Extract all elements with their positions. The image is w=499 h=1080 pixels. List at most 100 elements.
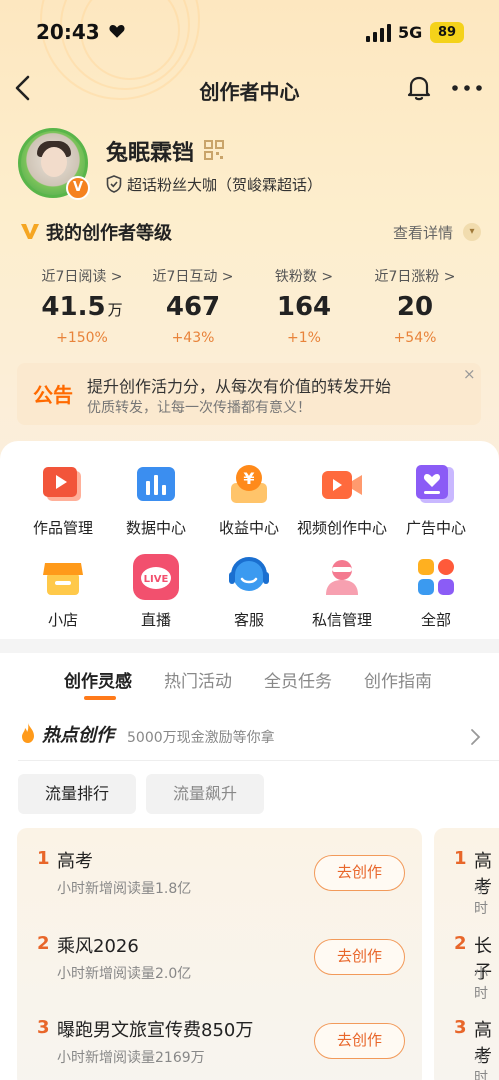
stat-value: 20 — [396, 292, 434, 322]
go-create-button[interactable]: 去创作 — [314, 855, 405, 891]
tool-data-center[interactable]: 数据中心 — [106, 461, 206, 538]
svg-text:LIVE: LIVE — [144, 574, 169, 585]
hot-topic-reads: 小时新增阅读量2169万 — [57, 1050, 205, 1066]
stat-label: 近7日互动 > — [152, 269, 234, 285]
stat-interactions[interactable]: 近7日互动 > 467 +43% — [133, 266, 253, 346]
hot-topic-reads: 小时 — [474, 881, 488, 917]
stat-label: 近7日阅读 > — [41, 269, 123, 285]
network-type: 5G — [398, 23, 423, 42]
stat-unit: 万 — [107, 301, 123, 319]
battery-indicator: 89 — [430, 22, 464, 43]
tools-grid: 作品管理 数据中心 ¥ 收益中心 视频创作中心 广告中心 小店 LIVE 直播 … — [0, 441, 499, 639]
stat-reads[interactable]: 近7日阅读 > 41.5 万 +150% — [22, 266, 142, 346]
tab-all-tasks[interactable]: 全员任务 — [264, 667, 332, 692]
hot-topic-title[interactable]: 曝跑男文旅宣传费850万 — [57, 1016, 253, 1042]
stat-value: 41.5 万 — [41, 292, 123, 322]
tab-creation-guide[interactable]: 创作指南 — [364, 667, 432, 692]
announcement-banner[interactable]: 公告 提升创作活力分，从每次有价值的转发开始 优质转发，让每一次传播都有意义！ … — [17, 363, 481, 425]
service-icon — [225, 553, 273, 601]
heart-icon — [109, 25, 125, 38]
chevron-right-icon[interactable] — [469, 728, 481, 746]
data-icon — [132, 461, 180, 509]
tool-works-management[interactable]: 作品管理 — [13, 461, 113, 538]
hot-topic-title[interactable]: 高考 — [57, 847, 93, 873]
tool-label: 直播 — [140, 611, 171, 629]
tool-label: 小店 — [47, 611, 78, 629]
ad-icon — [412, 461, 460, 509]
more-icon[interactable] — [450, 78, 484, 98]
tool-customer-service[interactable]: 客服 — [199, 553, 299, 630]
close-icon[interactable]: × — [463, 365, 476, 383]
tool-label: 私信管理 — [311, 611, 372, 629]
rank-number: 1 — [37, 848, 50, 869]
tool-label: 全部 — [420, 611, 451, 629]
rank-number: 3 — [37, 1017, 50, 1038]
svg-text:¥: ¥ — [243, 469, 254, 488]
announcement-tag: 公告 — [33, 383, 73, 407]
stat-value: 467 — [165, 292, 221, 322]
all-icon — [412, 553, 460, 601]
qr-code-icon[interactable] — [204, 140, 224, 160]
fan-title[interactable]: 超话粉丝大咖（贺峻霖超话） — [127, 174, 322, 195]
view-details-link[interactable]: 查看详情 — [393, 222, 453, 243]
go-create-button[interactable]: 去创作 — [314, 939, 405, 975]
video-icon — [318, 461, 366, 509]
rank-number: 3 — [454, 1017, 467, 1038]
stat-change: +43% — [171, 330, 215, 346]
live-icon: LIVE — [132, 553, 180, 601]
message-icon — [318, 553, 366, 601]
tab-hot-events[interactable]: 热门活动 — [164, 667, 232, 692]
stat-label: 近7日涨粉 > — [374, 269, 456, 285]
active-tab-indicator — [84, 696, 116, 700]
chip-traffic-ranking[interactable]: 流量排行 — [18, 774, 136, 814]
tool-label: 作品管理 — [32, 519, 93, 537]
verified-badge: V — [66, 176, 90, 200]
level-v-icon — [21, 224, 39, 239]
tool-shop[interactable]: 小店 — [13, 553, 113, 630]
stat-change: +150% — [56, 330, 108, 346]
shop-icon — [39, 553, 87, 601]
bell-icon[interactable] — [404, 72, 434, 102]
stat-change: +1% — [287, 330, 321, 346]
tool-label: 收益中心 — [218, 519, 279, 537]
tool-all[interactable]: 全部 — [386, 553, 486, 630]
tool-income-center[interactable]: ¥ 收益中心 — [199, 461, 299, 538]
hot-topic-reads: 小时 — [474, 1050, 488, 1080]
tool-label: 数据中心 — [125, 519, 186, 537]
status-bar: 20:43 5G 89 — [0, 0, 499, 64]
avatar-face — [41, 147, 67, 177]
announcement-text: 提升创作活力分，从每次有价值的转发开始 — [87, 377, 392, 396]
hot-topic-reads: 小时新增阅读量1.8亿 — [57, 881, 192, 897]
hot-creation-subtitle: 5000万现金激励等你拿 — [127, 730, 275, 746]
tool-message-management[interactable]: 私信管理 — [292, 553, 392, 630]
chevron-down-icon[interactable]: ▾ — [463, 223, 481, 241]
flame-icon — [22, 723, 34, 743]
signal-icon — [366, 24, 391, 42]
hot-creation-title: 热点创作 — [42, 725, 114, 746]
chip-traffic-rising[interactable]: 流量飙升 — [146, 774, 264, 814]
tool-label: 客服 — [233, 611, 264, 629]
rank-number: 2 — [454, 933, 467, 954]
works-icon — [39, 461, 87, 509]
tab-creation-inspiration[interactable]: 创作灵感 — [64, 667, 132, 692]
go-create-button[interactable]: 去创作 — [314, 1023, 405, 1059]
rank-number: 1 — [454, 848, 467, 869]
stat-new-fans[interactable]: 近7日涨粉 > 20 +54% — [355, 266, 475, 346]
shield-icon — [106, 175, 122, 193]
status-time: 20:43 — [36, 20, 100, 44]
hot-topic-reads: 小时新增阅读量2.0亿 — [57, 966, 192, 982]
tool-live[interactable]: LIVE 直播 — [106, 553, 206, 630]
hot-topic-title[interactable]: 乘风2026 — [57, 932, 139, 958]
tool-label: 视频创作中心 — [296, 519, 387, 537]
tool-video-creation[interactable]: 视频创作中心 — [292, 461, 392, 538]
tool-label: 广告中心 — [405, 519, 466, 537]
stat-iron-fans[interactable]: 铁粉数 > 164 +1% — [244, 266, 364, 346]
stat-value: 164 — [276, 292, 332, 322]
tool-ad-center[interactable]: 广告中心 — [386, 461, 486, 538]
rank-number: 2 — [37, 933, 50, 954]
stat-label: 铁粉数 > — [274, 269, 334, 285]
creator-level-title: 我的创作者等级 — [46, 223, 172, 244]
divider — [18, 760, 499, 761]
announcement-subtext: 优质转发，让每一次传播都有意义！ — [87, 400, 311, 416]
username[interactable]: 兔眠霖铛 — [106, 135, 194, 167]
